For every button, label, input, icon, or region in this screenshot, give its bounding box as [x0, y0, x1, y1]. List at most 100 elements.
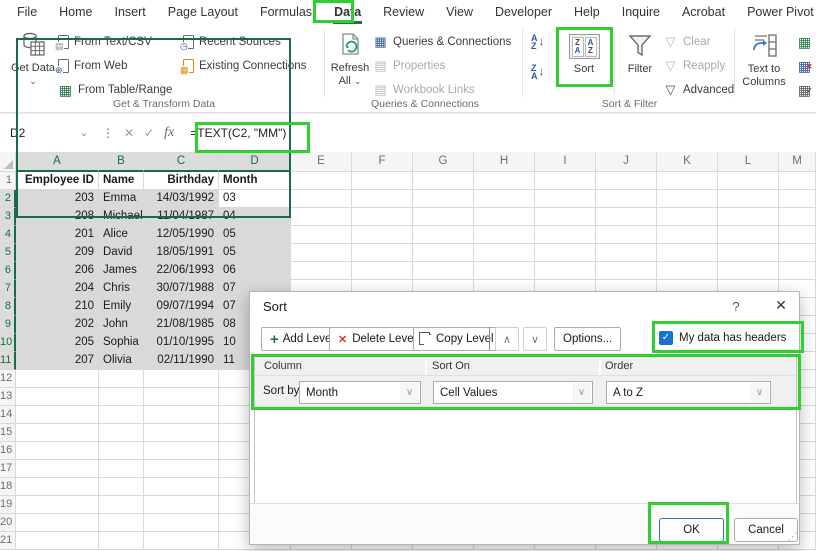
cell-A4[interactable]: 201 — [16, 226, 99, 244]
cell-F5[interactable] — [352, 244, 413, 262]
cell-A16[interactable] — [16, 442, 99, 460]
cell-M3[interactable] — [779, 208, 816, 226]
cell-E2[interactable] — [291, 190, 352, 208]
cell-B9[interactable]: John — [99, 316, 144, 334]
from-text-csv-button[interactable]: ▤ From Text/CSV — [58, 32, 152, 52]
cell-F6[interactable] — [352, 262, 413, 280]
cell-C12[interactable] — [144, 370, 219, 388]
cell-F3[interactable] — [352, 208, 413, 226]
options-button[interactable]: Options... — [554, 327, 621, 351]
formula-input[interactable]: =TEXT(C2, "MM") — [190, 126, 286, 140]
cell-A2[interactable]: 203 — [16, 190, 99, 208]
row-header-15[interactable]: 15 — [0, 424, 16, 442]
cell-H3[interactable] — [474, 208, 535, 226]
cell-C1[interactable]: Birthday — [144, 172, 219, 190]
tab-insert[interactable]: Insert — [104, 1, 157, 24]
recent-sources-button[interactable]: ◷ Recent Sources — [183, 32, 281, 52]
row-header-10[interactable]: 10 — [0, 334, 16, 352]
cell-A11[interactable]: 207 — [16, 352, 99, 370]
cell-C15[interactable] — [144, 424, 219, 442]
cell-A12[interactable] — [16, 370, 99, 388]
row-header-5[interactable]: 5 — [0, 244, 16, 262]
column-header-d[interactable]: D — [219, 152, 291, 172]
tab-home[interactable]: Home — [48, 1, 103, 24]
cell-M4[interactable] — [779, 226, 816, 244]
cell-A19[interactable] — [16, 496, 99, 514]
cell-H1[interactable] — [474, 172, 535, 190]
cell-J1[interactable] — [596, 172, 657, 190]
row-header-6[interactable]: 6 — [0, 262, 16, 280]
cell-A8[interactable]: 210 — [16, 298, 99, 316]
cell-D1[interactable]: Month — [219, 172, 291, 190]
row-header-2[interactable]: 2 — [0, 190, 16, 208]
column-header-b[interactable]: B — [99, 152, 144, 172]
tab-developer[interactable]: Developer — [484, 1, 563, 24]
cell-L6[interactable] — [718, 262, 779, 280]
tab-help[interactable]: Help — [563, 1, 611, 24]
get-data-button[interactable]: Get Data ⌄ — [10, 30, 56, 88]
cell-C20[interactable] — [144, 514, 219, 532]
row-header-13[interactable]: 13 — [0, 388, 16, 406]
column-header-j[interactable]: J — [596, 152, 657, 172]
cell-M5[interactable] — [779, 244, 816, 262]
cancel-icon[interactable]: ✕ — [124, 126, 134, 140]
row-header-11[interactable]: 11 — [0, 352, 16, 370]
column-header-h[interactable]: H — [474, 152, 535, 172]
cell-C10[interactable]: 01/10/1995 — [144, 334, 219, 352]
cell-G6[interactable] — [413, 262, 474, 280]
cell-C6[interactable]: 22/06/1993 — [144, 262, 219, 280]
cell-B15[interactable] — [99, 424, 144, 442]
row-header-12[interactable]: 12 — [0, 370, 16, 388]
column-header-l[interactable]: L — [718, 152, 779, 172]
advanced-filter-button[interactable]: ▽ Advanced — [663, 80, 734, 100]
cell-H2[interactable] — [474, 190, 535, 208]
resize-grip-icon[interactable]: ⋰ — [787, 530, 797, 543]
cell-I3[interactable] — [535, 208, 596, 226]
column-header-k[interactable]: K — [657, 152, 718, 172]
cell-C5[interactable]: 18/05/1991 — [144, 244, 219, 262]
cell-B19[interactable] — [99, 496, 144, 514]
cell-E5[interactable] — [291, 244, 352, 262]
sort-button[interactable]: ZA AZ Sort — [560, 31, 608, 76]
tab-formulas[interactable]: Formulas — [249, 1, 323, 24]
cell-L4[interactable] — [718, 226, 779, 244]
cell-H5[interactable] — [474, 244, 535, 262]
cell-C2[interactable]: 14/03/1992 — [144, 190, 219, 208]
row-header-9[interactable]: 9 — [0, 316, 16, 334]
tab-inquire[interactable]: Inquire — [611, 1, 671, 24]
my-data-has-headers-checkbox[interactable]: ✓ My data has headers — [659, 331, 786, 345]
cell-J6[interactable] — [596, 262, 657, 280]
cell-I2[interactable] — [535, 190, 596, 208]
cell-E1[interactable] — [291, 172, 352, 190]
cell-J2[interactable] — [596, 190, 657, 208]
column-header-i[interactable]: I — [535, 152, 596, 172]
cell-K4[interactable] — [657, 226, 718, 244]
column-header-g[interactable]: G — [413, 152, 474, 172]
column-header-f[interactable]: F — [352, 152, 413, 172]
sort-by-dropdown[interactable]: Month ∨ — [299, 381, 421, 404]
cell-B20[interactable] — [99, 514, 144, 532]
close-icon[interactable]: ✕ — [770, 297, 792, 314]
cell-I1[interactable] — [535, 172, 596, 190]
column-header-m[interactable]: M — [779, 152, 816, 172]
cell-B5[interactable]: David — [99, 244, 144, 262]
cell-F1[interactable] — [352, 172, 413, 190]
cell-C4[interactable]: 12/05/1990 — [144, 226, 219, 244]
cell-B21[interactable] — [99, 532, 144, 550]
cell-C9[interactable]: 21/08/1985 — [144, 316, 219, 334]
cell-D6[interactable]: 06 — [219, 262, 291, 280]
row-header-3[interactable]: 3 — [0, 208, 16, 226]
move-down-button[interactable]: ∨ — [523, 327, 547, 351]
cell-H6[interactable] — [474, 262, 535, 280]
cell-A13[interactable] — [16, 388, 99, 406]
cell-A15[interactable] — [16, 424, 99, 442]
cell-E6[interactable] — [291, 262, 352, 280]
row-header-8[interactable]: 8 — [0, 298, 16, 316]
cell-B7[interactable]: Chris — [99, 280, 144, 298]
row-header-1[interactable]: 1 — [0, 172, 16, 190]
cell-A6[interactable]: 206 — [16, 262, 99, 280]
cell-B4[interactable]: Alice — [99, 226, 144, 244]
help-icon[interactable]: ? — [728, 299, 744, 314]
cell-C18[interactable] — [144, 478, 219, 496]
cell-J3[interactable] — [596, 208, 657, 226]
